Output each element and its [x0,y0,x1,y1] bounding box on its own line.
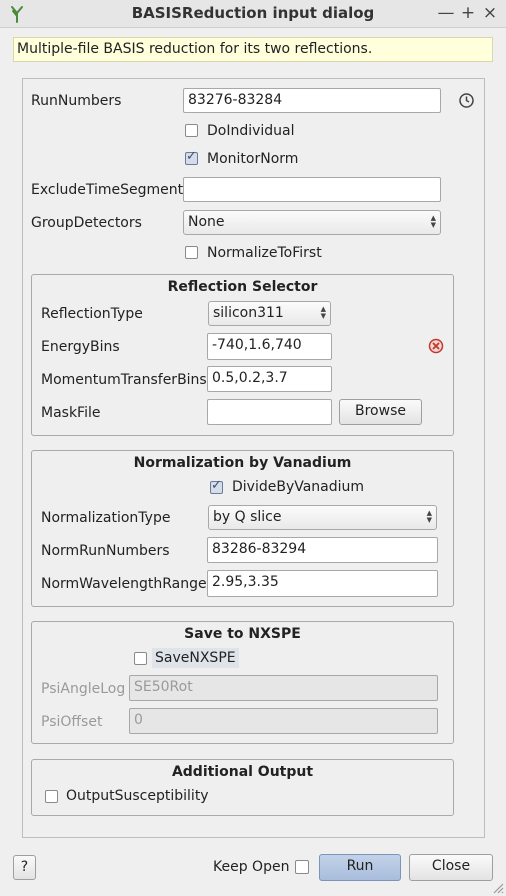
psi-angle-log-input[interactable]: SE50Rot [129,675,438,701]
invalid-input-icon [428,338,444,354]
resize-grip-icon[interactable] [490,880,504,894]
psi-offset-label: PsiOffset [41,714,103,730]
norm-wavelength-range-label: NormWavelengthRange [41,576,207,592]
normalization-title: Normalization by Vanadium [133,455,352,471]
keep-open-label: Keep Open [213,859,290,875]
monitor-norm-label: MonitorNorm [207,151,299,167]
mask-file-label: MaskFile [41,405,101,421]
window-title: BASISReduction input dialog [131,4,375,22]
run-button[interactable]: Run [319,854,401,881]
minimize-icon[interactable]: — [436,2,456,24]
monitor-norm-checkbox[interactable] [185,149,198,165]
divide-by-vanadium-label: DivideByVanadium [232,479,365,495]
run-numbers-label: RunNumbers [31,93,122,109]
exclude-time-segment-label: ExcludeTimeSegment [31,182,184,198]
combo-arrows-icon: ▲ ▼ [320,305,326,320]
combo-arrows-icon: ▲ ▼ [426,509,432,524]
exclude-time-segment-input[interactable] [183,177,441,202]
do-individual-checkbox[interactable] [185,124,198,137]
do-individual-label: DoIndividual [207,123,295,139]
psi-angle-log-label: PsiAngleLog [41,681,126,697]
momentum-bins-input[interactable]: 0.5,0.2,3.7 [207,366,332,392]
group-detectors-select[interactable]: None ▲ ▼ [183,210,441,235]
save-nxspe-checkbox[interactable] [134,652,147,665]
normalize-to-first-checkbox[interactable] [185,246,198,259]
divide-by-vanadium-checkbox[interactable] [210,478,223,494]
reflection-type-value: silicon311 [213,305,284,321]
maximize-icon[interactable]: + [458,2,478,24]
keep-open-checkbox[interactable] [295,860,309,874]
reflection-type-label: ReflectionType [41,306,143,322]
normalize-to-first-label: NormalizeToFirst [207,245,322,261]
reflection-selector-title: Reflection Selector [167,279,318,295]
energy-bins-input[interactable]: -740,1.6,740 [207,333,332,360]
normalization-type-value: by Q slice [213,509,282,525]
group-detectors-label: GroupDetectors [31,215,142,231]
combo-arrows-icon: ▲ ▼ [430,214,436,229]
psi-offset-input[interactable]: 0 [129,708,438,734]
browse-button[interactable]: Browse [339,399,422,425]
group-detectors-value: None [188,214,225,230]
output-susceptibility-label: OutputSusceptibility [66,788,209,804]
momentum-bins-label: MomentumTransferBins [41,372,207,388]
reflection-type-select[interactable]: silicon311 ▲ ▼ [208,301,331,326]
close-icon[interactable]: × [480,2,500,24]
norm-run-numbers-input[interactable]: 83286-83294 [207,537,438,563]
norm-wavelength-range-input[interactable]: 2.95,3.35 [207,570,438,597]
additional-output-title: Additional Output [171,764,314,780]
run-numbers-input[interactable]: 83276-83284 [183,88,441,113]
help-button[interactable]: ? [13,855,36,880]
output-susceptibility-checkbox[interactable] [45,790,58,803]
energy-bins-label: EnergyBins [41,339,120,355]
save-nxspe-label: SaveNXSPE [152,648,239,668]
nxspe-title: Save to NXSPE [184,626,301,642]
mask-file-input[interactable] [207,399,332,425]
normalization-type-label: NormalizationType [41,510,171,526]
norm-run-numbers-label: NormRunNumbers [41,543,170,559]
close-button[interactable]: Close [409,854,493,881]
history-icon[interactable] [458,92,475,109]
hint-box: Multiple-file BASIS reduction for its tw… [13,37,493,62]
normalization-type-select[interactable]: by Q slice ▲ ▼ [208,505,437,530]
